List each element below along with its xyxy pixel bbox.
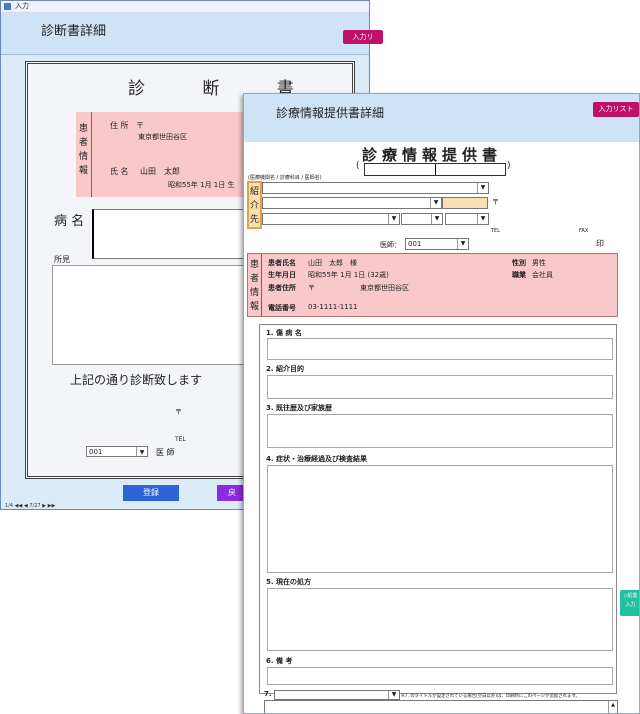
register-button[interactable]: 登録 [123, 485, 179, 501]
back-clinic-tel: TEL [175, 436, 186, 443]
patient-phone-value: 03-1111-1111 [308, 303, 358, 311]
patient-birth-label: 生年月日 [268, 271, 296, 279]
patient-name-label: 患者氏名 [268, 259, 296, 267]
front-postal-mark: 〒 [492, 198, 499, 206]
section-2-label: 2. 紹介目的 [266, 365, 304, 373]
front-doctor-select[interactable]: 001 ▼ [405, 238, 469, 250]
referral-window: 診療情報提供書詳細 入力リスト 診療情報提供書 ( ) (医療機関名 / 診療科… [243, 93, 640, 714]
referral-institution-select[interactable]: ▼ [262, 182, 489, 194]
item7-note: ※7. のタイトルが設定されている場合(空白以外)は、印刷時にこのページが追加さ… [401, 694, 580, 699]
section-2-input[interactable] [267, 375, 613, 399]
patient-birth-value: 昭和55年 1月 1日 (32歳) [308, 271, 389, 279]
back-patient-label: 患者情報 [76, 112, 92, 197]
back-name-value: 山田 太郎 [140, 167, 180, 176]
front-patient-label: 患者情報 [248, 254, 262, 316]
front-patient-info: 患者情報 患者氏名 山田 太郎 様 性別 男性 生年月日 昭和55年 1月 1日… [247, 253, 618, 317]
section-5-label: 5. 現在の処方 [266, 578, 311, 586]
section-1-input[interactable] [267, 338, 613, 360]
patient-job-label: 職業 [512, 271, 526, 279]
item7-input[interactable]: ▲ [264, 700, 618, 713]
back-doctor-label: 医 師 [156, 448, 175, 457]
front-header: 診療情報提供書詳細 入力リスト [244, 94, 639, 142]
section-6-label: 6. 備 考 [266, 657, 293, 665]
section-4-input[interactable] [267, 465, 613, 573]
back-address-value: 東京都世田谷区 [138, 133, 187, 141]
referral-title-select[interactable]: ▼ [401, 213, 443, 225]
record-navigator[interactable]: 1/4 ◀◀ ◀ 7/27 ▶ ▶▶ [5, 503, 55, 509]
section-4-label: 4. 症状・治療経過及び検査結果 [266, 455, 367, 463]
back-disease-input[interactable] [92, 209, 255, 259]
back-page-title: 診断書詳細 [41, 24, 107, 39]
referral-title-input[interactable] [364, 163, 506, 176]
back-clinic-postal: 〒 [175, 408, 182, 416]
referral-doctor-select[interactable]: ▼ [262, 213, 400, 225]
referral-honorific-select[interactable]: ▼ [445, 213, 489, 225]
back-postal-mark: 〒 [136, 121, 144, 130]
patient-sex-value: 男性 [532, 259, 546, 267]
chevron-down-icon[interactable]: ▼ [136, 447, 147, 456]
front-input-list-button[interactable]: 入力リスト [593, 102, 639, 117]
paren-close: ) [507, 161, 511, 171]
back-birth-value: 昭和55年 1月 1日 生 [168, 181, 235, 189]
section-3-input[interactable] [267, 414, 613, 448]
chevron-down-icon[interactable]: ▼ [388, 214, 399, 224]
section-3-label: 3. 既往歴及び家族歴 [266, 404, 332, 412]
back-doctor-select-value: 001 [89, 448, 103, 456]
back-finding-label: 所見 [54, 255, 70, 264]
back-name-label: 氏 名 [110, 167, 129, 176]
chevron-down-icon[interactable]: ▼ [477, 214, 488, 224]
front-tel-label: TEL [491, 228, 500, 234]
treatment-input-button-label: ◇処置 入力 [623, 593, 638, 608]
back-address-label: 住 所 [110, 121, 129, 130]
back-doctor-select[interactable]: 001 ▼ [86, 446, 148, 457]
front-fax-label: FAX [579, 228, 589, 234]
treatment-input-button[interactable]: ◇処置 入力 [620, 590, 639, 616]
patient-address-label: 患者住所 [268, 284, 296, 292]
patient-name-value: 山田 太郎 様 [308, 259, 357, 267]
section-5-input[interactable] [267, 588, 613, 651]
back-input-list-button[interactable]: 入力リ [343, 30, 383, 44]
referral-label: 紹介先 [247, 181, 262, 229]
title-divider [435, 164, 436, 175]
patient-sex-label: 性別 [512, 259, 526, 267]
patient-job-value: 会社員 [532, 271, 553, 279]
scroll-up-icon[interactable]: ▲ [608, 701, 617, 713]
front-page-title: 診療情報提供書詳細 [276, 106, 385, 120]
back-statement: 上記の通り診断致します [70, 373, 203, 387]
back-disease-label: 病 名 [54, 214, 85, 229]
back-titlebar-text: 入力 [15, 2, 29, 10]
back-titlebar: 入力 [1, 1, 369, 12]
paren-open: ( [356, 161, 360, 171]
back-finding-input[interactable] [52, 265, 254, 365]
referral-extra-field[interactable] [442, 197, 488, 209]
patient-phone-label: 電話番号 [268, 304, 296, 312]
chevron-down-icon[interactable]: ▼ [457, 239, 468, 249]
back-header: 診断書詳細 入力リ [1, 12, 383, 55]
chevron-down-icon[interactable]: ▼ [477, 183, 488, 193]
front-doctor-select-value: 001 [408, 240, 422, 248]
item7-label: 7. [264, 690, 272, 698]
item7-title-select[interactable]: ▼ [274, 690, 400, 700]
back-patient-info: 患者情報 住 所 〒 東京都世田谷区 氏 名 山田 太郎 昭和55年 1月 1日… [76, 112, 256, 197]
referral-doc-title: 診療情報提供書 [362, 146, 503, 164]
section-1-label: 1. 傷 病 名 [266, 329, 302, 337]
referral-department-select[interactable]: ▼ [262, 197, 442, 209]
patient-address-value: 東京都世田谷区 [360, 284, 409, 292]
app-icon [4, 3, 11, 10]
chevron-down-icon[interactable]: ▼ [388, 691, 399, 699]
seal-mark: 印 [596, 239, 604, 248]
referral-caption: (医療機関名 / 診療科目 / 医師名) [248, 175, 322, 181]
front-doctor-label: 医師： [380, 241, 401, 249]
chevron-down-icon[interactable]: ▼ [430, 198, 441, 208]
referral-sections: 1. 傷 病 名 2. 紹介目的 3. 既往歴及び家族歴 4. 症状・治療経過及… [259, 324, 617, 694]
chevron-down-icon[interactable]: ▼ [431, 214, 442, 224]
section-6-input[interactable] [267, 667, 613, 685]
patient-postal-mark: 〒 [308, 284, 315, 292]
